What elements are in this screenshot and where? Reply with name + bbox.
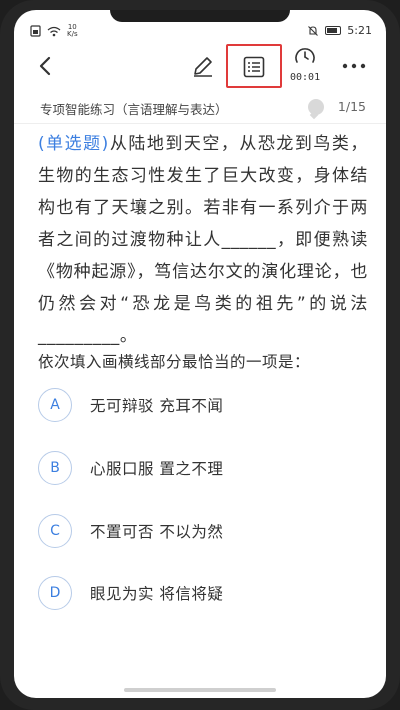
top-toolbar: 00:01 <box>14 44 386 90</box>
home-indicator <box>124 688 276 692</box>
sim-icon <box>30 25 41 37</box>
timer-button[interactable]: 00:01 <box>290 46 320 86</box>
list-icon[interactable] <box>242 55 266 79</box>
exercise-subheader: 专项智能练习（言语理解与表达） 1/15 <box>14 90 386 124</box>
option-text: 眼见为实 将信将疑 <box>90 585 224 603</box>
option-letter: A <box>38 388 72 422</box>
option-letter: B <box>38 451 72 485</box>
timer-value: 00:01 <box>290 72 321 83</box>
question-prompt: 依次填入画横线部分最恰当的一项是： <box>38 353 311 371</box>
exercise-title: 专项智能练习（言语理解与表达） <box>40 102 228 117</box>
mute-bell-icon <box>308 25 319 36</box>
phone-frame: 10 K/s 5:21 00:01 专项智能练习（言语理解与表达） 1/15 (… <box>0 0 400 710</box>
comment-bubble-icon[interactable] <box>308 99 324 115</box>
option-a[interactable]: A 无可辩驳 充耳不闻 <box>38 387 358 423</box>
option-letter: C <box>38 514 72 548</box>
battery-icon <box>325 26 342 35</box>
network-speed-unit: K/s <box>67 30 78 38</box>
option-b[interactable]: B 心服口服 置之不理 <box>38 450 358 486</box>
option-text: 心服口服 置之不理 <box>90 460 224 478</box>
wifi-icon <box>47 26 61 36</box>
question-text: 从陆地到天空，从恐龙到鸟类，生物的生态习性发生了巨大改变，身体结构也有了天壤之别… <box>38 134 369 346</box>
question-progress: 1/15 <box>337 99 366 114</box>
more-dots-icon[interactable] <box>340 56 368 76</box>
question-stem: (单选题)从陆地到天空，从恐龙到鸟类，生物的生态习性发生了巨大改变，身体结构也有… <box>38 128 368 352</box>
network-speed: 10 K/s <box>67 24 78 38</box>
camera-notch <box>110 10 290 22</box>
question-type-label: (单选题) <box>38 134 109 154</box>
option-c[interactable]: C 不置可否 不以为然 <box>38 513 358 549</box>
chevron-left-icon[interactable] <box>34 54 58 78</box>
option-text: 不置可否 不以为然 <box>90 523 224 541</box>
option-text: 无可辩驳 充耳不闻 <box>90 397 224 415</box>
pencil-icon[interactable] <box>190 53 216 79</box>
status-time: 5:21 <box>347 24 372 37</box>
app-screen: 10 K/s 5:21 00:01 专项智能练习（言语理解与表达） 1/15 (… <box>14 10 386 698</box>
stopwatch-icon <box>295 48 315 63</box>
option-d[interactable]: D 眼见为实 将信将疑 <box>38 575 358 611</box>
option-letter: D <box>38 576 72 610</box>
status-bar: 10 K/s 5:21 <box>14 24 386 42</box>
